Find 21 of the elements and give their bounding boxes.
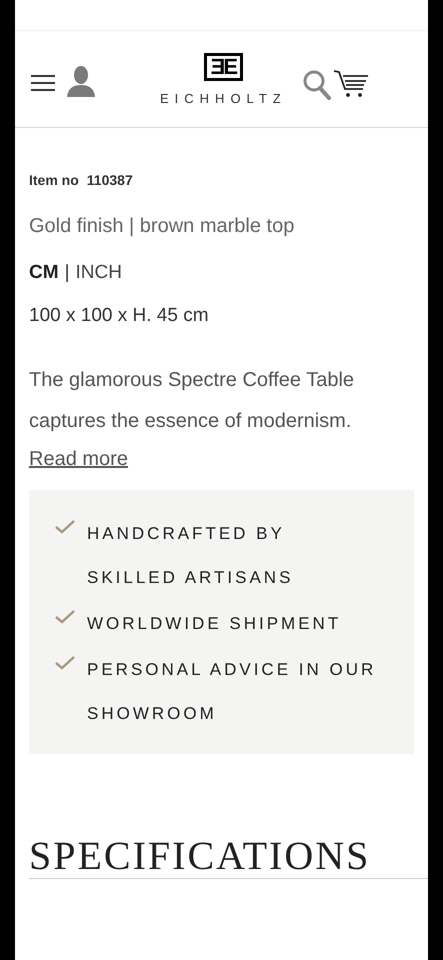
item-number: 110387 [86,171,133,190]
checkmark-icon [55,610,75,624]
unit-separator: | [64,261,70,285]
checkmark-icon [55,520,75,534]
cart-icon[interactable] [333,69,369,99]
read-more-link[interactable]: Read more [29,444,128,474]
account-icon[interactable] [65,65,97,97]
checkmark-icon [55,656,75,670]
benefit-text: HANDCRAFTED BY SKILLED ARTISANS [87,523,294,589]
brand-name: EICHHOLTZ [160,90,287,108]
item-number-label: Item no [29,171,79,190]
finish-text: Gold finish | brown marble top [29,214,296,239]
unit-toggle[interactable]: CM [29,259,59,288]
section-heading: SPECIFICATIONS [29,834,372,878]
description-text: The glamorous Spectre Coffee Table captures the essence of modernism. [29,368,356,434]
benefit-text: WORLDWIDE SHIPMENT [87,613,342,635]
benefit-text: PERSONAL ADVICE IN OUR SHOWROOM [87,659,377,725]
logo-mark: ƎE [204,53,244,81]
unit-toggle[interactable]: INCH [76,259,122,288]
dimensions-text: 100 x 100 x H. 45 cm [29,304,210,328]
menu-icon[interactable] [31,75,55,91]
